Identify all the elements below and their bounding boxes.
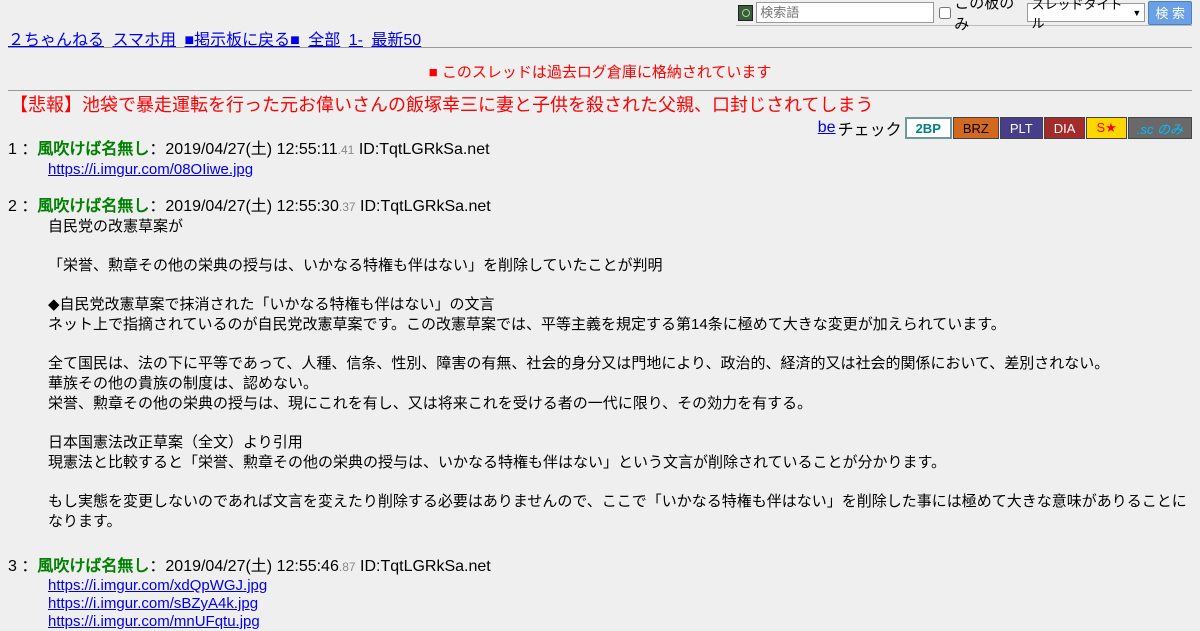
post-header: 3 ：風吹けば名無し：2019/04/27(土) 12:55:46.87 ID:… xyxy=(8,558,491,575)
post-milliseconds: .41 xyxy=(337,143,355,157)
post-id[interactable]: ID:TqtLGRkSa.net xyxy=(360,558,491,575)
archive-notice: ■ このスレッドは過去ログ倉庫に格納されています xyxy=(428,64,772,81)
post-text-line: 自民党の改憲草案が xyxy=(48,218,184,235)
search-bar: この板のみ スレッドタイトル ▼ 検 索 xyxy=(736,0,1193,33)
search-button[interactable]: 検 索 xyxy=(1148,0,1193,25)
post-text-line: ネット上で指摘されているのが自民党改憲草案です。この改憲草案では、平等主義を規定… xyxy=(48,316,1006,333)
post-author: 風吹けば名無し xyxy=(37,198,150,215)
post-body: https://i.imgur.com/xdQpWGJ.jpg https://… xyxy=(48,577,1192,631)
search-logo-icon xyxy=(738,4,754,21)
post-text-line: 現憲法と比較すると「栄誉、勲章その他の栄典の授与は、いかなる特権も伴はない」とい… xyxy=(48,454,947,471)
search-scope-select[interactable]: スレッドタイトル ▼ xyxy=(1027,0,1146,31)
post-body: https://i.imgur.com/08OIiwe.jpg xyxy=(48,160,1192,180)
post-number[interactable]: 1 xyxy=(8,141,17,158)
be-link[interactable]: be xyxy=(818,119,836,137)
post-image-link[interactable]: https://i.imgur.com/mnUFqtu.jpg xyxy=(48,613,260,630)
post-3: 3 ：風吹けば名無し：2019/04/27(土) 12:55:46.87 ID:… xyxy=(8,557,1192,631)
post-image-link[interactable]: https://i.imgur.com/08OIiwe.jpg xyxy=(48,161,253,178)
be-filter-button[interactable]: BRZ xyxy=(952,117,999,139)
post-image-link[interactable]: https://i.imgur.com/sBZyA4k.jpg xyxy=(48,595,258,612)
post-number[interactable]: 2 xyxy=(8,198,17,215)
be-filter-button[interactable]: .sc のみ xyxy=(1127,117,1192,139)
post-text-line: ◆自民党改憲草案で抹消された「いかなる特権も伴はない」の文言 xyxy=(48,296,495,313)
be-filter-button[interactable]: DIA xyxy=(1043,117,1086,139)
board-only-label: この板のみ xyxy=(954,0,1015,33)
post-date: 2019/04/27(土) 12:55:11 xyxy=(165,141,338,158)
divider xyxy=(8,47,1192,48)
post-date: 2019/04/27(土) 12:55:46 xyxy=(165,558,339,575)
post-id[interactable]: ID:TqtLGRkSa.net xyxy=(360,198,491,215)
check-label: チェック xyxy=(837,122,902,139)
post-text-line: 日本国憲法改正草案（全文）より引用 xyxy=(48,434,303,451)
post-1: 1 ：風吹けば名無し：2019/04/27(土) 12:55:11.41 ID:… xyxy=(8,140,1192,180)
be-filter-button[interactable]: PLT xyxy=(999,117,1043,139)
post-text-line: 「栄誉、勲章その他の栄典の授与は、いかなる特権も伴はない」を削除していたことが判… xyxy=(48,257,663,274)
post-author: 風吹けば名無し xyxy=(37,558,150,575)
post-author: 風吹けば名無し xyxy=(37,141,150,158)
post-header: 1 ：風吹けば名無し：2019/04/27(土) 12:55:11.41 ID:… xyxy=(8,141,490,158)
be-check-bar: be チェック 2BP BRZ PLT DIA S★ .sc のみ xyxy=(818,116,1192,140)
post-header: 2 ：風吹けば名無し：2019/04/27(土) 12:55:30.37 ID:… xyxy=(8,198,491,215)
dropdown-arrow-icon: ▼ xyxy=(1132,7,1142,18)
post-date: 2019/04/27(土) 12:55:30 xyxy=(165,198,339,215)
search-input[interactable] xyxy=(756,2,935,23)
post-milliseconds: .87 xyxy=(338,560,356,574)
post-milliseconds: .37 xyxy=(338,200,356,214)
be-filter-button[interactable]: 2BP xyxy=(904,117,952,139)
post-image-link[interactable]: https://i.imgur.com/xdQpWGJ.jpg xyxy=(48,577,267,594)
post-text-line: 栄誉、勲章その他の栄典の授与は、現にこれを有し、又は将来これを受ける者の一代に限… xyxy=(48,395,813,412)
post-2: 2 ：風吹けば名無し：2019/04/27(土) 12:55:30.37 ID:… xyxy=(8,197,1192,532)
post-id[interactable]: ID:TqtLGRkSa.net xyxy=(359,141,490,158)
board-only-toggle[interactable]: この板のみ xyxy=(937,0,1024,34)
post-body: 自民党の改憲草案が「栄誉、勲章その他の栄典の授与は、いかなる特権も伴はない」を削… xyxy=(48,217,1192,532)
post-text-line: 華族その他の貴族の制度は、認めない。 xyxy=(48,375,319,392)
board-only-checkbox[interactable] xyxy=(939,6,952,19)
post-text-line: もし実態を変更しないのであれば文言を変えたり削除する必要はありませんので、ここで… xyxy=(48,493,1187,530)
post-text-line: 全て国民は、法の下に平等であって、人種、信条、性別、障害の有無、社会的身分又は門… xyxy=(48,355,1110,372)
thread-title: 【悲報】池袋で暴走運転を行った元お偉いさんの飯塚幸三に妻と子供を殺された父親、口… xyxy=(10,95,874,115)
post-number[interactable]: 3 xyxy=(8,558,17,575)
be-filter-button[interactable]: S★ xyxy=(1086,117,1127,139)
search-scope-value: スレッドタイトル xyxy=(1031,0,1123,31)
